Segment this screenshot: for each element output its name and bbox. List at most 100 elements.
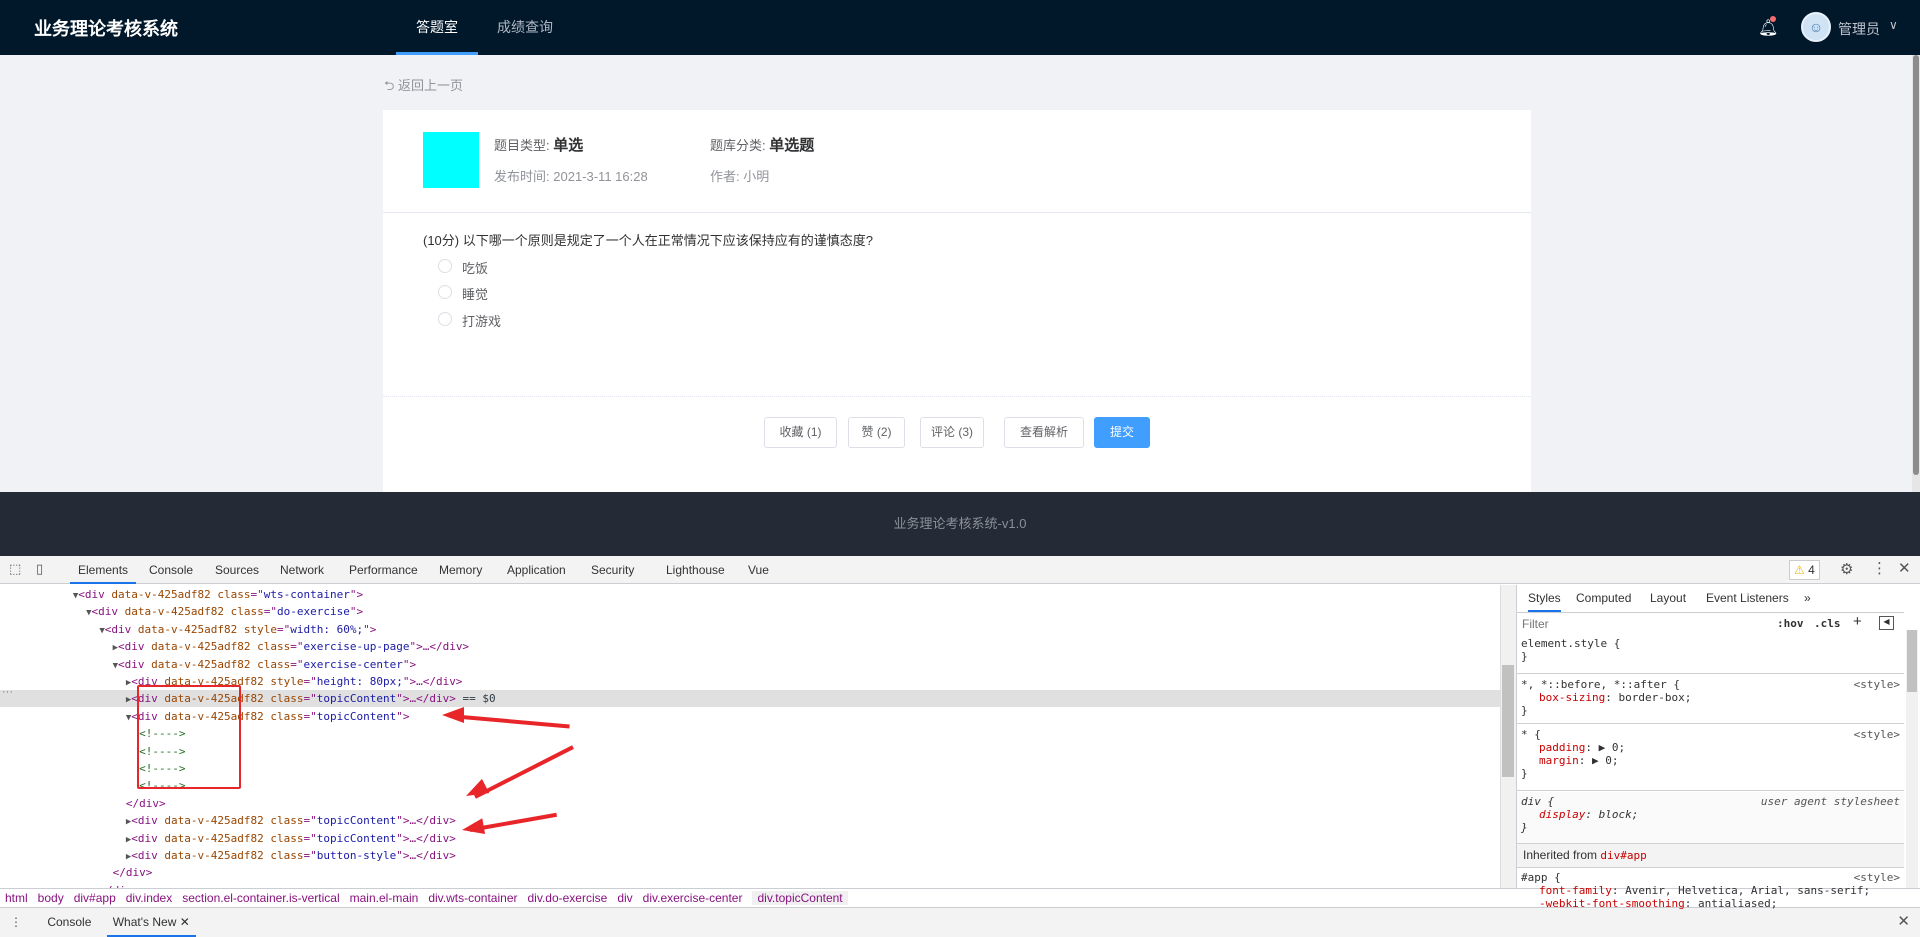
drawer-menu-icon[interactable]: ⋮ xyxy=(10,915,22,929)
devtools-tab-lighthouse[interactable]: Lighthouse xyxy=(658,556,733,584)
comment-button[interactable]: 评论 (3) xyxy=(920,417,984,448)
devtools-tab-vue[interactable]: Vue xyxy=(740,556,777,584)
dom-node-row[interactable]: ▼<div data-v-425adf82 class="wts-contain… xyxy=(0,586,1500,603)
css-declaration[interactable]: font-family: Avenir, Helvetica, Arial, s… xyxy=(1521,884,1900,897)
view-analysis-button[interactable]: 查看解析 xyxy=(1004,417,1084,448)
breadcrumb-item[interactable]: html xyxy=(5,891,28,905)
devtools-tab-memory[interactable]: Memory xyxy=(431,556,490,584)
devtools-tab-performance[interactable]: Performance xyxy=(341,556,426,584)
devtools-tab-application[interactable]: Application xyxy=(499,556,574,584)
breadcrumb-item[interactable]: body xyxy=(38,891,64,905)
nav-answer-room[interactable]: 答题室 xyxy=(396,0,478,55)
attr-quote: " xyxy=(396,831,403,845)
option-label[interactable]: 吃饭 xyxy=(462,258,488,277)
user-name[interactable]: 管理员 xyxy=(1838,19,1880,39)
question-type: 题目类型: 单选 xyxy=(494,134,583,155)
rule-source[interactable]: <style> xyxy=(1854,678,1900,691)
css-declaration[interactable]: box-sizing: border-box; xyxy=(1521,691,1900,704)
css-declaration[interactable]: margin: ▶ 0; xyxy=(1521,754,1900,767)
drawer-tab-whats-new[interactable]: What's New ✕ xyxy=(106,909,196,937)
favorite-button[interactable]: 收藏 (1) xyxy=(764,417,837,448)
tag-open: <div xyxy=(131,831,158,845)
option-label[interactable]: 睡觉 xyxy=(462,284,488,303)
styles-tab-layout[interactable]: Layout xyxy=(1650,585,1686,612)
new-rule-icon[interactable]: + xyxy=(1853,613,1862,630)
elements-scrollbar-thumb[interactable] xyxy=(1502,665,1514,777)
breadcrumb-item[interactable]: section.el-container.is-vertical xyxy=(182,891,339,905)
breadcrumb-item[interactable]: div.do-exercise xyxy=(528,891,608,905)
rule-source[interactable]: user agent stylesheet xyxy=(1761,795,1900,808)
avatar[interactable]: ☺ xyxy=(1801,12,1831,42)
attr-eq: =" xyxy=(303,692,317,706)
close-tab-icon[interactable]: ✕ xyxy=(180,915,190,929)
styles-tab-styles[interactable]: Styles xyxy=(1528,585,1561,612)
attr-value: topicContent xyxy=(316,831,397,845)
breadcrumb-item[interactable]: div#app xyxy=(74,891,116,905)
question-bank: 题库分类: 单选题 xyxy=(710,134,814,155)
device-toolbar-icon[interactable]: ▯ xyxy=(36,561,43,577)
attr-name: data-v-425adf82 xyxy=(144,640,251,654)
cls-toggle[interactable]: .cls xyxy=(1814,617,1841,630)
devtools-tab-network[interactable]: Network xyxy=(272,556,332,584)
css-declaration[interactable]: display: block; xyxy=(1521,808,1900,821)
dom-node-row[interactable]: ▶<div data-v-425adf82 class="exercise-up… xyxy=(0,638,1500,655)
page-scrollbar-thumb[interactable] xyxy=(1913,55,1919,475)
settings-gear-icon[interactable]: ⚙ xyxy=(1840,560,1853,578)
dom-node-row[interactable]: ▼<div data-v-425adf82 class="exercise-ce… xyxy=(0,656,1500,673)
attr-eq: =" xyxy=(303,814,317,828)
close-devtools-icon[interactable]: ✕ xyxy=(1898,559,1911,577)
dom-node-row[interactable]: ▼<div data-v-425adf82 style="width: 60%;… xyxy=(0,621,1500,638)
chevron-down-icon[interactable]: ∨ xyxy=(1889,18,1898,32)
drawer-tab-console[interactable]: Console xyxy=(47,915,91,929)
bell-icon[interactable]: 🔔︎ xyxy=(1758,18,1778,38)
close-drawer-icon[interactable]: ✕ xyxy=(1897,908,1910,936)
nav-score-query[interactable]: 成绩查询 xyxy=(477,0,573,55)
breadcrumb-item[interactable]: div.topicContent xyxy=(752,891,848,905)
devtools-tab-sources[interactable]: Sources xyxy=(207,556,267,584)
css-declaration[interactable]: padding: ▶ 0; xyxy=(1521,741,1900,754)
more-options-icon[interactable]: ⋮ xyxy=(1872,559,1887,577)
styles-tab-event-listeners[interactable]: Event Listeners xyxy=(1706,585,1789,612)
styles-tab-computed[interactable]: Computed xyxy=(1576,585,1631,612)
css-declaration[interactable]: -webkit-font-smoothing: antialiased; xyxy=(1521,897,1900,910)
styles-filter-input[interactable] xyxy=(1522,615,1762,633)
dom-node-row[interactable]: ▶<div data-v-425adf82 class="topicConten… xyxy=(0,830,1500,847)
submit-button[interactable]: 提交 xyxy=(1094,417,1150,448)
breadcrumb-item[interactable]: div.exercise-center xyxy=(643,891,743,905)
breadcrumb-item[interactable]: div xyxy=(617,891,632,905)
bank-value: 单选题 xyxy=(769,137,815,154)
dom-node-row[interactable]: ▶<div data-v-425adf82 class="topicConten… xyxy=(0,812,1500,829)
css-property: padding xyxy=(1539,741,1586,754)
option-label[interactable]: 打游戏 xyxy=(462,311,501,330)
styles-scrollbar-thumb[interactable] xyxy=(1907,630,1917,692)
inherited-from-link[interactable]: div#app xyxy=(1600,849,1646,862)
back-link[interactable]: ⮌ 返回上一页 xyxy=(384,75,463,99)
row-more-icon[interactable]: ··· xyxy=(2,686,13,698)
dom-node-row[interactable]: </div> xyxy=(0,795,1500,812)
radio-option-1[interactable] xyxy=(438,259,452,273)
devtools-tab-security[interactable]: Security xyxy=(583,556,642,584)
breadcrumb-item[interactable]: main.el-main xyxy=(350,891,419,905)
devtools-tab-elements[interactable]: Elements xyxy=(70,556,137,584)
like-button[interactable]: 赞 (2) xyxy=(848,417,905,448)
hov-toggle[interactable]: :hov xyxy=(1777,617,1804,630)
warnings-badge[interactable]: ⚠ 4 xyxy=(1789,560,1820,580)
breadcrumb-item[interactable]: div.index xyxy=(126,891,172,905)
toggle-sidebar-icon[interactable]: ◀ xyxy=(1879,616,1894,630)
dom-node-row[interactable]: ▶<div data-v-425adf82 class="button-styl… xyxy=(0,847,1500,864)
radio-option-3[interactable] xyxy=(438,312,452,326)
dom-node-row[interactable]: ▼<div data-v-425adf82 class="do-exercise… xyxy=(0,603,1500,620)
css-value: : block; xyxy=(1585,808,1639,821)
breadcrumb-item[interactable]: div.wts-container xyxy=(428,891,517,905)
devtools-drawer: ⋮ Console What's New ✕ ✕ xyxy=(0,907,1920,937)
devtools-tab-console[interactable]: Console xyxy=(141,556,201,584)
inspect-element-icon[interactable]: ⬚ xyxy=(9,561,21,577)
styles-tab--[interactable]: » xyxy=(1804,585,1811,612)
radio-option-2[interactable] xyxy=(438,285,452,299)
attr-quote: " xyxy=(396,709,403,723)
rule-source[interactable]: <style> xyxy=(1854,871,1900,884)
rule-source[interactable]: <style> xyxy=(1854,728,1900,741)
dom-node-row[interactable]: </div> xyxy=(0,864,1500,881)
